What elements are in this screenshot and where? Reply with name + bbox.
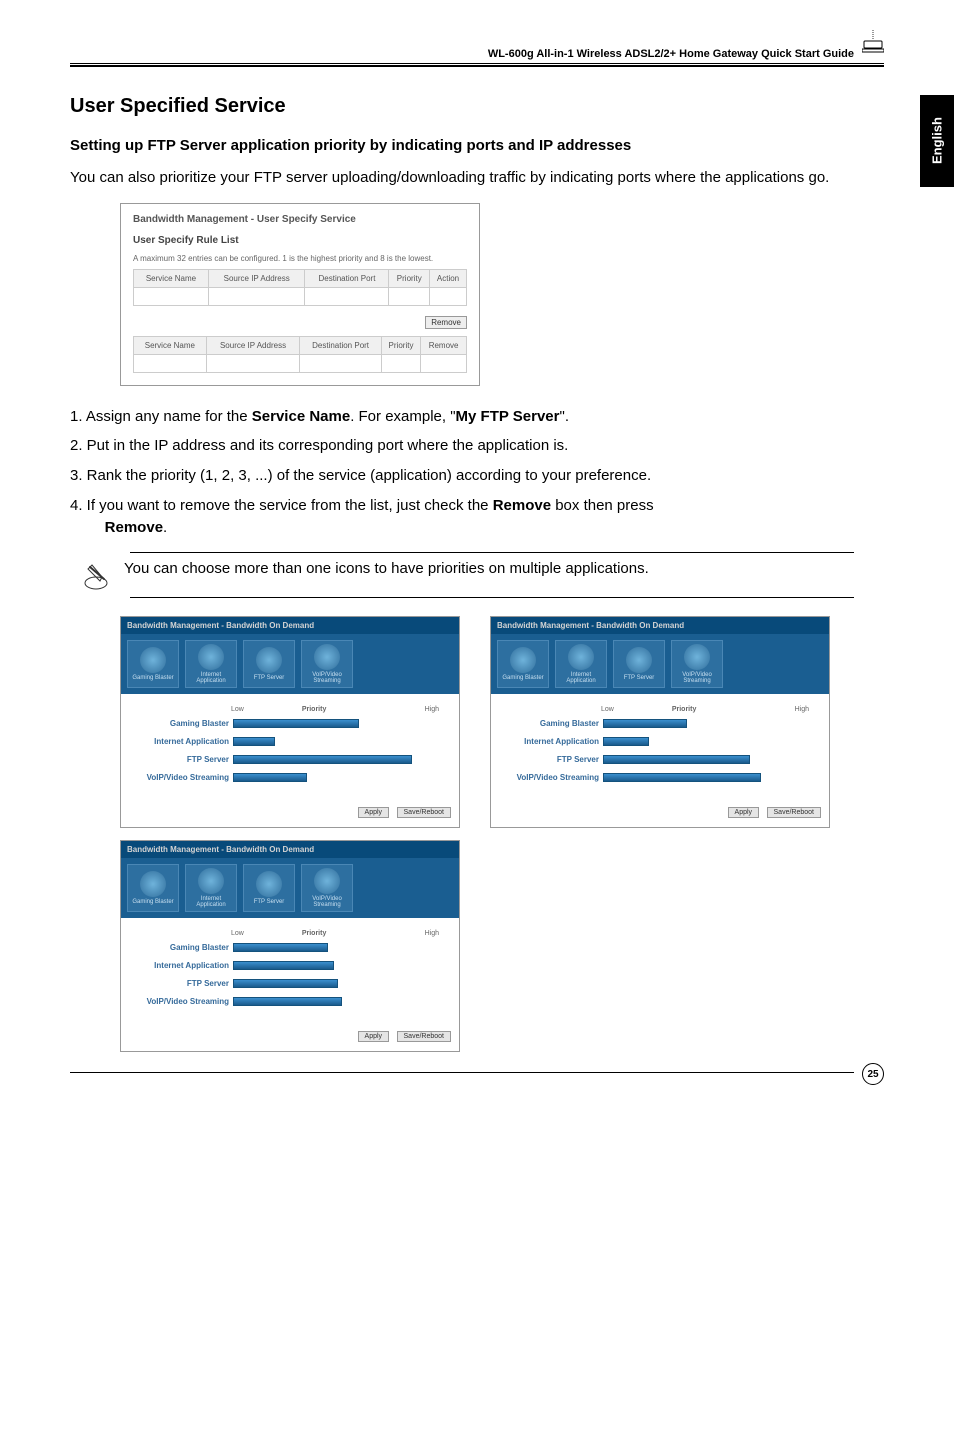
th-action: Action [430,269,467,287]
cell[interactable] [134,354,207,372]
th-source: Source IP Address [208,269,305,287]
header-title: WL-600g All-in-1 Wireless ADSL2/2+ Home … [70,48,884,63]
panel-description: A maximum 32 entries can be configured. … [133,254,467,263]
bar-label: Internet Application [501,737,603,746]
cell[interactable] [381,354,420,372]
note-text: You can choose more than one icons to ha… [124,559,854,579]
save-button[interactable]: Save/Reboot [767,807,821,818]
apply-button[interactable]: Apply [728,807,760,818]
axis-low: Low [601,706,614,713]
icon-internet[interactable]: Internet Application [185,864,237,912]
step-4: 4. If you want to remove the service fro… [70,495,854,539]
cell[interactable] [421,354,467,372]
axis-low: Low [231,706,244,713]
icon-ftp[interactable]: FTP Server [243,640,295,688]
cell[interactable] [389,287,430,305]
bar-label: Gaming Blaster [501,719,603,728]
bandwidth-panel-1: Bandwidth Management - Bandwidth On Dema… [120,616,460,828]
cell[interactable] [305,287,389,305]
language-tab: English [920,95,954,187]
th-priority: Priority [381,336,420,354]
bar-label: VoIP/Video Streaming [131,997,233,1006]
page-number: 25 [862,1063,884,1085]
th-service: Service Name [134,336,207,354]
axis-priority: Priority [672,706,697,713]
bar-label: Internet Application [131,737,233,746]
intro-text: You can also prioritize your FTP server … [70,168,854,188]
steps-list: 1. Assign any name for the Service Name.… [70,406,854,539]
icon-gaming[interactable]: Gaming Blaster [127,864,179,912]
bar-label: Gaming Blaster [131,943,233,952]
save-button[interactable]: Save/Reboot [397,1031,451,1042]
step-3: 3. Rank the priority (1, 2, 3, ...) of t… [70,465,854,487]
section-title: User Specified Service [70,95,854,118]
panel-title: Bandwidth Management - User Specify Serv… [133,214,467,225]
bar-label: Internet Application [131,961,233,970]
th-dest: Destination Port [300,336,382,354]
th-dest: Destination Port [305,269,389,287]
bar-label: FTP Server [131,979,233,988]
axis-high: High [795,706,809,713]
icon-gaming[interactable]: Gaming Blaster [127,640,179,688]
cell[interactable] [208,287,305,305]
save-button[interactable]: Save/Reboot [397,807,451,818]
bandwidth-panel-2: Bandwidth Management - Bandwidth On Dema… [490,616,830,828]
bar-label: VoIP/Video Streaming [131,773,233,782]
icon-voip[interactable]: VoIP/Video Streaming [301,640,353,688]
bw-header: Bandwidth Management - Bandwidth On Dema… [121,841,459,858]
axis-high: High [425,930,439,937]
rule-table-2: Service Name Source IP Address Destinati… [133,336,467,373]
cell[interactable] [134,287,209,305]
apply-button[interactable]: Apply [358,1031,390,1042]
bandwidth-panel-3: Bandwidth Management - Bandwidth On Dema… [120,840,460,1052]
bar-label: VoIP/Video Streaming [501,773,603,782]
bar-label: Gaming Blaster [131,719,233,728]
icon-internet[interactable]: Internet Application [555,640,607,688]
th-priority: Priority [389,269,430,287]
cell[interactable] [430,287,467,305]
icon-ftp[interactable]: FTP Server [613,640,665,688]
axis-low: Low [231,930,244,937]
icon-voip[interactable]: VoIP/Video Streaming [301,864,353,912]
icon-voip[interactable]: VoIP/Video Streaming [671,640,723,688]
router-icon [862,30,884,56]
step-2: 2. Put in the IP address and its corresp… [70,435,854,457]
axis-high: High [425,706,439,713]
th-source: Source IP Address [206,336,300,354]
apply-button[interactable]: Apply [358,807,390,818]
bar-label: FTP Server [131,755,233,764]
user-specify-panel: Bandwidth Management - User Specify Serv… [120,203,480,386]
step-1: 1. Assign any name for the Service Name.… [70,406,854,428]
bw-header: Bandwidth Management - Bandwidth On Dema… [491,617,829,634]
th-remove: Remove [421,336,467,354]
note-icon [82,563,110,591]
bar-label: FTP Server [501,755,603,764]
cell[interactable] [206,354,300,372]
rule-table: Service Name Source IP Address Destinati… [133,269,467,306]
remove-button[interactable]: Remove [425,316,467,329]
th-service: Service Name [134,269,209,287]
icon-internet[interactable]: Internet Application [185,640,237,688]
axis-priority: Priority [302,706,327,713]
icon-ftp[interactable]: FTP Server [243,864,295,912]
axis-priority: Priority [302,930,327,937]
bw-header: Bandwidth Management - Bandwidth On Dema… [121,617,459,634]
subsection-title: Setting up FTP Server application priori… [70,136,854,156]
panel-subtitle: User Specify Rule List [133,235,467,246]
cell[interactable] [300,354,382,372]
icon-gaming[interactable]: Gaming Blaster [497,640,549,688]
